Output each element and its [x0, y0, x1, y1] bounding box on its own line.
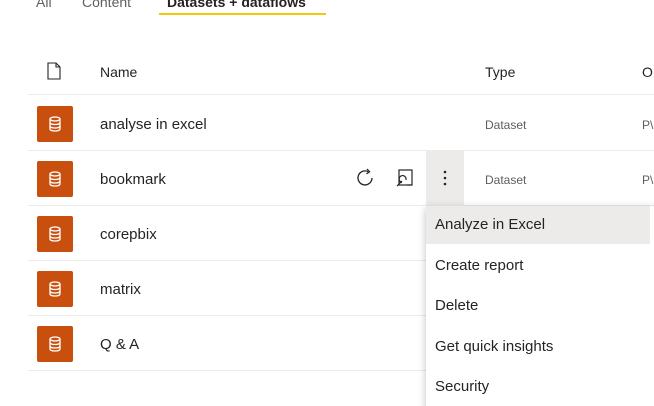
dataset-type: Dataset — [485, 173, 527, 187]
file-icon[interactable] — [46, 62, 62, 80]
dataset-owner: P\ — [642, 118, 654, 132]
schedule-refresh-icon[interactable] — [392, 165, 418, 191]
menu-item-analyze-in-excel[interactable]: Analyze in Excel — [426, 206, 650, 244]
dataset-name[interactable]: bookmark — [100, 171, 166, 188]
dataset-icon — [37, 326, 73, 362]
tab-all[interactable]: All — [36, 0, 52, 10]
dataset-icon — [37, 106, 73, 142]
tab-content[interactable]: Content — [82, 0, 131, 10]
dataset-type: Dataset — [485, 118, 527, 132]
dataset-owner: P\ — [642, 173, 654, 187]
active-tab-indicator — [159, 13, 326, 15]
menu-item-get-quick-insights[interactable]: Get quick insights — [426, 328, 650, 366]
dataset-name[interactable]: analyse in excel — [100, 116, 207, 133]
column-header-type[interactable]: Type — [485, 64, 515, 80]
refresh-icon[interactable] — [352, 165, 378, 191]
dataset-icon — [37, 216, 73, 252]
more-options-icon — [443, 170, 447, 186]
table-row[interactable]: bookmark Dataset P\ — [28, 151, 654, 206]
dataset-icon — [37, 161, 73, 197]
menu-item-delete[interactable]: Delete — [426, 287, 650, 325]
table-header: Name Type O — [28, 47, 654, 95]
context-menu: Analyze in Excel Create report Delete Ge… — [426, 206, 654, 406]
tab-datasets-dataflows[interactable]: Datasets + dataflows — [167, 0, 306, 10]
column-header-name[interactable]: Name — [100, 64, 137, 80]
menu-item-create-report[interactable]: Create report — [426, 247, 650, 285]
dataset-icon — [37, 271, 73, 307]
column-header-owner[interactable]: O — [642, 64, 653, 80]
table-row[interactable]: analyse in excel Dataset P\ — [28, 96, 654, 151]
menu-item-security[interactable]: Security — [426, 368, 650, 406]
dataset-name[interactable]: matrix — [100, 281, 141, 298]
tab-bar: All Content Datasets + dataflows — [0, 0, 654, 22]
dataset-name[interactable]: corepbix — [100, 226, 157, 243]
more-options-button[interactable] — [426, 151, 464, 205]
dataset-name[interactable]: Q & A — [100, 336, 139, 353]
